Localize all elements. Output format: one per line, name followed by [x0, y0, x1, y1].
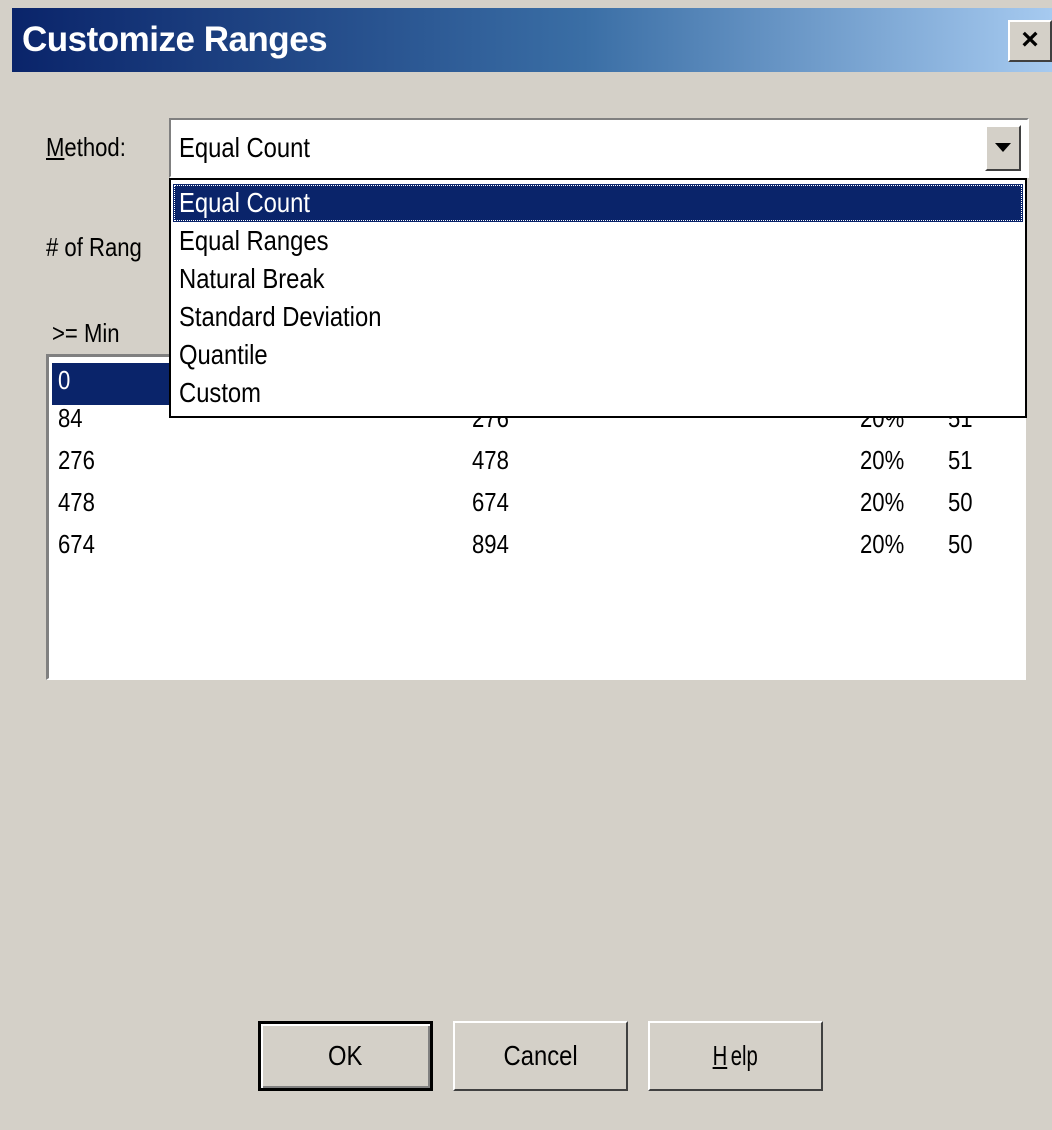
range-max: 674: [472, 487, 509, 517]
method-label-rest: ethod:: [64, 132, 126, 162]
method-option-label: Equal Count: [179, 187, 310, 218]
help-button[interactable]: Help: [648, 1021, 823, 1091]
ranges-count-label: # of Rang: [46, 232, 142, 262]
ok-button[interactable]: OK: [258, 1021, 433, 1091]
help-label-rest: elp: [730, 1040, 758, 1071]
range-row[interactable]: 478 674 20% 50: [52, 485, 1020, 527]
range-min: 674: [58, 529, 95, 559]
method-option-label: Standard Deviation: [179, 301, 382, 332]
help-button-label: Help: [711, 1040, 760, 1072]
range-row[interactable]: 674 894 20% 50: [52, 527, 1020, 569]
method-option-custom[interactable]: Custom: [173, 374, 1023, 412]
range-percent: 20%: [860, 487, 905, 517]
method-dropdown-list[interactable]: Equal Count Equal Ranges Natural Break S…: [169, 178, 1027, 418]
range-max: 478: [472, 445, 509, 475]
range-count: 50: [948, 529, 973, 559]
range-min: 276: [58, 445, 95, 475]
customize-ranges-dialog: Customize Ranges × Method: Equal Count #…: [0, 0, 1052, 1130]
method-select[interactable]: Equal Count: [169, 118, 1029, 178]
method-option-quantile[interactable]: Quantile: [173, 336, 1023, 374]
close-button[interactable]: ×: [1008, 20, 1052, 62]
min-column-header: >= Min: [52, 318, 120, 348]
range-min: 478: [58, 487, 95, 517]
method-option-label: Natural Break: [179, 263, 325, 294]
range-row[interactable]: 276 478 20% 51: [52, 443, 1020, 485]
range-min: 0: [58, 365, 71, 395]
dropdown-arrow-button[interactable]: [985, 125, 1021, 171]
range-percent: 20%: [860, 445, 905, 475]
close-icon: ×: [1021, 23, 1039, 56]
ok-button-label: OK: [328, 1040, 363, 1071]
method-selected-value: Equal Count: [179, 132, 310, 163]
cancel-button-label: Cancel: [503, 1040, 578, 1071]
method-option-natural-break[interactable]: Natural Break: [173, 260, 1023, 298]
title-bar[interactable]: Customize Ranges ×: [12, 8, 1052, 72]
method-option-label: Equal Ranges: [179, 225, 329, 256]
method-option-standard-deviation[interactable]: Standard Deviation: [173, 298, 1023, 336]
help-mnemonic: H: [712, 1040, 727, 1071]
range-count: 51: [948, 445, 973, 475]
method-option-label: Custom: [179, 377, 261, 408]
range-percent: 20%: [860, 529, 905, 559]
cancel-button[interactable]: Cancel: [453, 1021, 628, 1091]
method-option-equal-count[interactable]: Equal Count: [173, 184, 1023, 222]
method-label: Method:: [46, 132, 126, 163]
method-option-equal-ranges[interactable]: Equal Ranges: [173, 222, 1023, 260]
range-max: 894: [472, 529, 509, 559]
method-label-mnemonic: M: [46, 132, 65, 162]
dialog-title: Customize Ranges: [22, 20, 328, 59]
range-min: 84: [58, 403, 83, 433]
range-count: 50: [948, 487, 973, 517]
method-option-label: Quantile: [179, 339, 268, 370]
